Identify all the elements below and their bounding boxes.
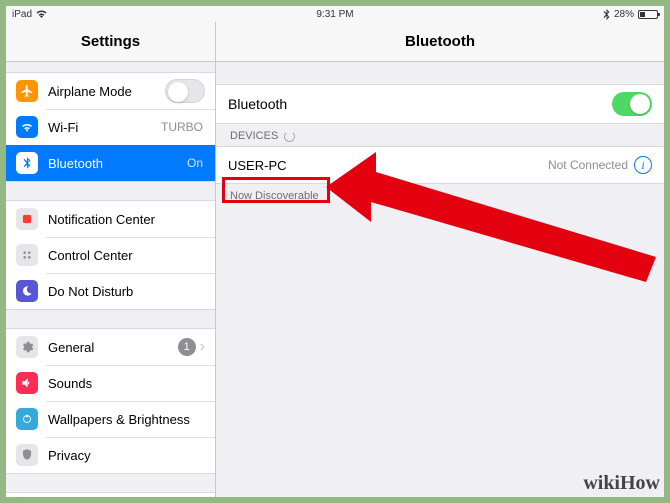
sidebar-item-value: TURBO <box>161 120 203 134</box>
controlcenter-icon <box>16 244 38 266</box>
sidebar-item-label: Wi-Fi <box>48 120 161 135</box>
battery-icon <box>638 10 658 19</box>
sidebar-item-dnd[interactable]: Do Not Disturb <box>6 273 215 309</box>
bluetooth-toggle-label: Bluetooth <box>228 96 612 112</box>
sidebar-item-airplane[interactable]: Airplane Mode <box>6 73 215 109</box>
airplane-icon <box>16 80 38 102</box>
device-name: USER-PC <box>228 158 548 173</box>
sidebar-item-label: Bluetooth <box>48 156 187 171</box>
discoverable-label: Now Discoverable <box>216 184 664 208</box>
carrier-label: iPad <box>12 9 32 20</box>
sidebar-item-label: Sounds <box>48 376 205 391</box>
sidebar-item-sounds[interactable]: Sounds <box>6 365 215 401</box>
sidebar-item-wallpapers[interactable]: Wallpapers & Brightness <box>6 401 215 437</box>
sidebar-item-value: On <box>187 156 203 170</box>
clock: 9:31 PM <box>316 9 353 20</box>
sidebar-item-privacy[interactable]: Privacy <box>6 437 215 473</box>
device-row[interactable]: USER-PC Not Connected i <box>216 146 664 184</box>
bluetooth-toggle-row[interactable]: Bluetooth <box>216 84 664 124</box>
watermark: wikiHow <box>583 472 660 495</box>
sidebar-item-wifi[interactable]: Wi-Fi TURBO <box>6 109 215 145</box>
wifi-menu-icon <box>16 116 38 138</box>
privacy-icon <box>16 444 38 466</box>
sidebar-item-general[interactable]: General 1 › <box>6 329 215 365</box>
spinner-icon <box>284 131 295 142</box>
sidebar-item-label: Airplane Mode <box>48 84 165 99</box>
main-panel: Bluetooth Bluetooth DEVICES USER-PC Not … <box>216 22 664 497</box>
badge: 1 <box>178 338 196 356</box>
sidebar-item-label: Wallpapers & Brightness <box>48 412 205 427</box>
wallpapers-icon <box>16 408 38 430</box>
sidebar-item-notifications[interactable]: Notification Center <box>6 201 215 237</box>
sidebar: Settings Airplane Mode Wi-Fi TURBO <box>6 22 216 497</box>
sidebar-item-label: Control Center <box>48 248 205 263</box>
bluetooth-status-icon <box>603 9 610 20</box>
main-title: Bluetooth <box>216 22 664 62</box>
app-frame: iPad 9:31 PM 28% Settings Airplane Mode <box>6 6 664 497</box>
gear-icon <box>16 336 38 358</box>
airplane-toggle[interactable] <box>165 79 205 103</box>
sidebar-item-icloud[interactable]: iCloud <box>6 493 215 497</box>
dnd-icon <box>16 280 38 302</box>
bluetooth-toggle[interactable] <box>612 92 652 116</box>
device-status: Not Connected <box>548 158 628 172</box>
sidebar-item-controlcenter[interactable]: Control Center <box>6 237 215 273</box>
sidebar-item-label: Notification Center <box>48 212 205 227</box>
sounds-icon <box>16 372 38 394</box>
battery-pct: 28% <box>614 9 634 20</box>
chevron-right-icon: › <box>200 339 205 355</box>
sidebar-title: Settings <box>6 22 215 62</box>
notifications-icon <box>16 208 38 230</box>
info-icon[interactable]: i <box>634 156 652 174</box>
sidebar-item-label: Do Not Disturb <box>48 284 205 299</box>
sidebar-item-bluetooth[interactable]: Bluetooth On <box>6 145 215 181</box>
status-bar: iPad 9:31 PM 28% <box>6 6 664 22</box>
bluetooth-menu-icon <box>16 152 38 174</box>
sidebar-item-label: Privacy <box>48 448 205 463</box>
devices-section-label: DEVICES <box>216 124 664 146</box>
wifi-icon <box>36 10 47 19</box>
sidebar-item-label: General <box>48 340 178 355</box>
